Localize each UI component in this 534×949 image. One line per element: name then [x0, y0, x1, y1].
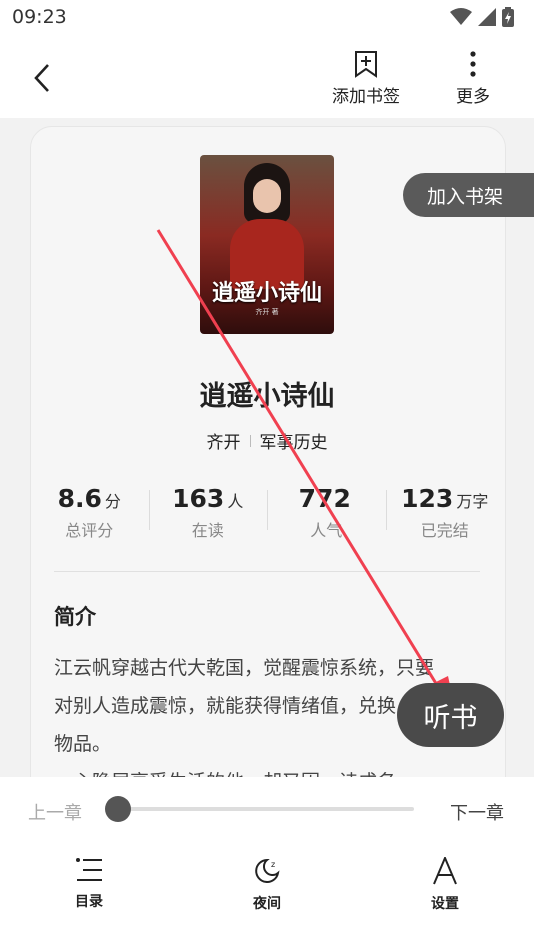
- bookmark-add-icon: [355, 51, 377, 78]
- intro-heading: 简介: [54, 605, 96, 629]
- chevron-left-icon: [34, 64, 49, 92]
- stat-rating: 8.6 分 总评分: [57, 484, 121, 540]
- status-icons: [450, 7, 514, 27]
- battery-charging-icon: [502, 7, 514, 27]
- reader-control-bar: 上一章 下一章 目录 z 夜间 设置: [0, 777, 534, 949]
- nav-contents[interactable]: 目录: [39, 857, 139, 913]
- more-button[interactable]: 更多: [456, 50, 490, 107]
- book-stats: 8.6 分 总评分 163 人 在读 772 人气 123 万字 已完结: [30, 484, 504, 541]
- nav-night-mode[interactable]: z 夜间: [217, 857, 317, 913]
- next-chapter-button[interactable]: 下一章: [450, 799, 504, 825]
- wifi-icon: [450, 8, 472, 25]
- progress-slider-thumb[interactable]: [105, 796, 131, 822]
- intro-line: 江云帆穿越古代大乾国，觉醒震惊系统，只要: [54, 657, 435, 679]
- divider: [54, 571, 480, 572]
- add-bookmark-button[interactable]: 添加书签: [332, 50, 400, 107]
- status-bar: 09:23: [0, 0, 534, 36]
- prev-chapter-button[interactable]: 上一章: [28, 799, 82, 825]
- nav-settings[interactable]: 设置: [395, 857, 495, 913]
- listen-button[interactable]: 听书: [397, 683, 504, 747]
- stat-readers: 163 人 在读: [148, 484, 268, 541]
- status-time: 09:23: [12, 6, 67, 28]
- font-settings-icon: [433, 857, 457, 885]
- stat-word-count: 123 万字 已完结: [385, 484, 505, 541]
- add-to-shelf-button[interactable]: 加入书架: [403, 173, 534, 217]
- book-title: 逍遥小诗仙: [199, 381, 335, 412]
- stat-popularity: 772 人气: [267, 484, 386, 541]
- more-vertical-icon: [470, 51, 476, 77]
- back-button[interactable]: [22, 58, 62, 98]
- list-icon: [76, 858, 102, 881]
- bottom-nav: 目录 z 夜间 设置: [0, 857, 534, 913]
- top-bar: 添加书签 更多: [0, 36, 534, 118]
- add-bookmark-label: 添加书签: [332, 87, 400, 107]
- more-label: 更多: [456, 87, 490, 107]
- moon-icon: z: [255, 858, 280, 883]
- author-name[interactable]: 齐开: [207, 428, 241, 453]
- meta-separator: [249, 434, 251, 447]
- category-label[interactable]: 军事历史: [260, 428, 328, 453]
- cover-title: 逍遥小诗仙: [211, 281, 322, 306]
- svg-text:z: z: [271, 860, 275, 869]
- book-cover[interactable]: 逍遥小诗仙 齐开 著: [200, 155, 334, 334]
- cover-author: 齐开 著: [255, 308, 279, 316]
- progress-slider-track[interactable]: [118, 807, 414, 811]
- signal-icon: [478, 8, 496, 26]
- book-meta: 齐开 军事历史: [0, 428, 534, 453]
